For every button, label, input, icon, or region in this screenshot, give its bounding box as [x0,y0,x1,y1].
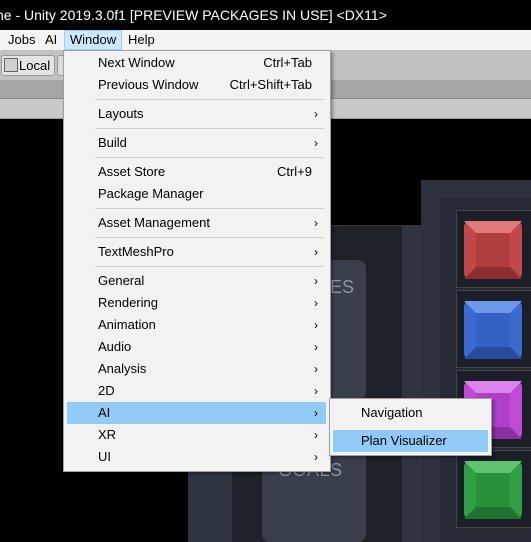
menu-separator [95,99,324,100]
chevron-right-icon: › [314,274,318,288]
ui-partial-label: ES [330,277,355,297]
menu-item-label: Navigation [361,405,423,420]
menu-item-2d[interactable]: 2D › [67,380,326,402]
menu-item-package-manager[interactable]: Package Manager [67,183,326,205]
menu-item-ui[interactable]: UI › [67,446,326,468]
chevron-right-icon: › [314,362,318,376]
menu-item-label: UI [98,449,111,464]
cube-icon [4,58,18,72]
green-cube-icon [464,461,522,519]
menu-item-label: Plan Visualizer [361,433,447,448]
menu-item-textmeshpro[interactable]: TextMeshPro › [67,241,326,263]
menu-item-label: Asset Store [98,164,166,179]
menu-item-label: Analysis [98,361,147,376]
menu-item-label: General [98,273,145,288]
menu-separator [95,237,324,238]
menu-item-xr[interactable]: XR › [67,424,326,446]
window-menu-dropdown: Next Window Ctrl+Tab Previous Window Ctr… [63,50,331,472]
submenu-item-navigation[interactable]: Navigation [333,402,488,424]
window-title: ne - Unity 2019.3.0f1 [PREVIEW PACKAGES … [0,7,387,23]
chevron-right-icon: › [314,428,318,442]
menu-ai[interactable]: AI [43,30,59,50]
menu-item-previous-window[interactable]: Previous Window Ctrl+Shift+Tab [67,74,326,96]
menu-item-animation[interactable]: Animation › [67,314,326,336]
menu-item-label: Build [98,135,127,150]
menu-item-label: Animation [98,317,156,332]
menu-item-label: Previous Window [98,77,199,92]
local-label: Local [19,58,51,73]
chevron-right-icon: › [314,136,318,150]
chevron-right-icon: › [314,384,318,398]
menu-item-label: Package Manager [98,186,204,201]
menu-item-shortcut: Ctrl+Shift+Tab [229,77,312,92]
menu-item-build[interactable]: Build › [67,132,326,154]
menu-separator [95,208,324,209]
menu-item-asset-management[interactable]: Asset Management › [67,212,326,234]
menu-jobs[interactable]: Jobs [6,30,37,50]
menu-item-layouts[interactable]: Layouts › [67,103,326,125]
chevron-right-icon: › [314,107,318,121]
menu-bar: Jobs AI Window Help [0,30,531,50]
menu-item-label: Rendering [98,295,158,310]
chevron-right-icon: › [314,245,318,259]
chevron-right-icon: › [314,340,318,354]
menu-item-label: AI [98,405,111,420]
blue-cube-icon [464,301,522,359]
menu-item-label: Layouts [98,106,144,121]
pivot-local-button[interactable]: Local [1,55,55,76]
menu-window[interactable]: Window [64,30,122,50]
menu-separator [95,266,324,267]
ai-submenu: Navigation Plan Visualizer [329,398,492,456]
chevron-right-icon: › [314,296,318,310]
chevron-right-icon: › [314,318,318,332]
menu-separator [95,157,324,158]
menu-item-ai[interactable]: AI › [67,402,326,424]
chevron-right-icon: › [314,406,318,420]
menu-item-general[interactable]: General › [67,270,326,292]
menu-item-label: XR [98,427,117,442]
chevron-right-icon: › [314,216,318,230]
title-bar: ne - Unity 2019.3.0f1 [PREVIEW PACKAGES … [0,0,531,30]
submenu-item-plan-visualizer[interactable]: Plan Visualizer [333,430,488,452]
menu-item-label: Audio [98,339,132,354]
menu-help[interactable]: Help [126,30,157,50]
menu-item-shortcut: Ctrl+Tab [263,55,312,70]
chevron-right-icon: › [314,450,318,464]
menu-item-analysis[interactable]: Analysis › [67,358,326,380]
menu-item-label: Next Window [98,55,175,70]
red-cube-icon [464,221,522,279]
menu-item-label: Asset Management [98,215,211,230]
menu-item-audio[interactable]: Audio › [67,336,326,358]
menu-item-next-window[interactable]: Next Window Ctrl+Tab [67,52,326,74]
menu-item-label: TextMeshPro [98,244,174,259]
menu-separator [95,128,324,129]
menu-item-shortcut: Ctrl+9 [276,164,312,179]
menu-item-label: 2D [98,383,115,398]
menu-item-asset-store[interactable]: Asset Store Ctrl+9 [67,161,326,183]
menu-item-rendering[interactable]: Rendering › [67,292,326,314]
